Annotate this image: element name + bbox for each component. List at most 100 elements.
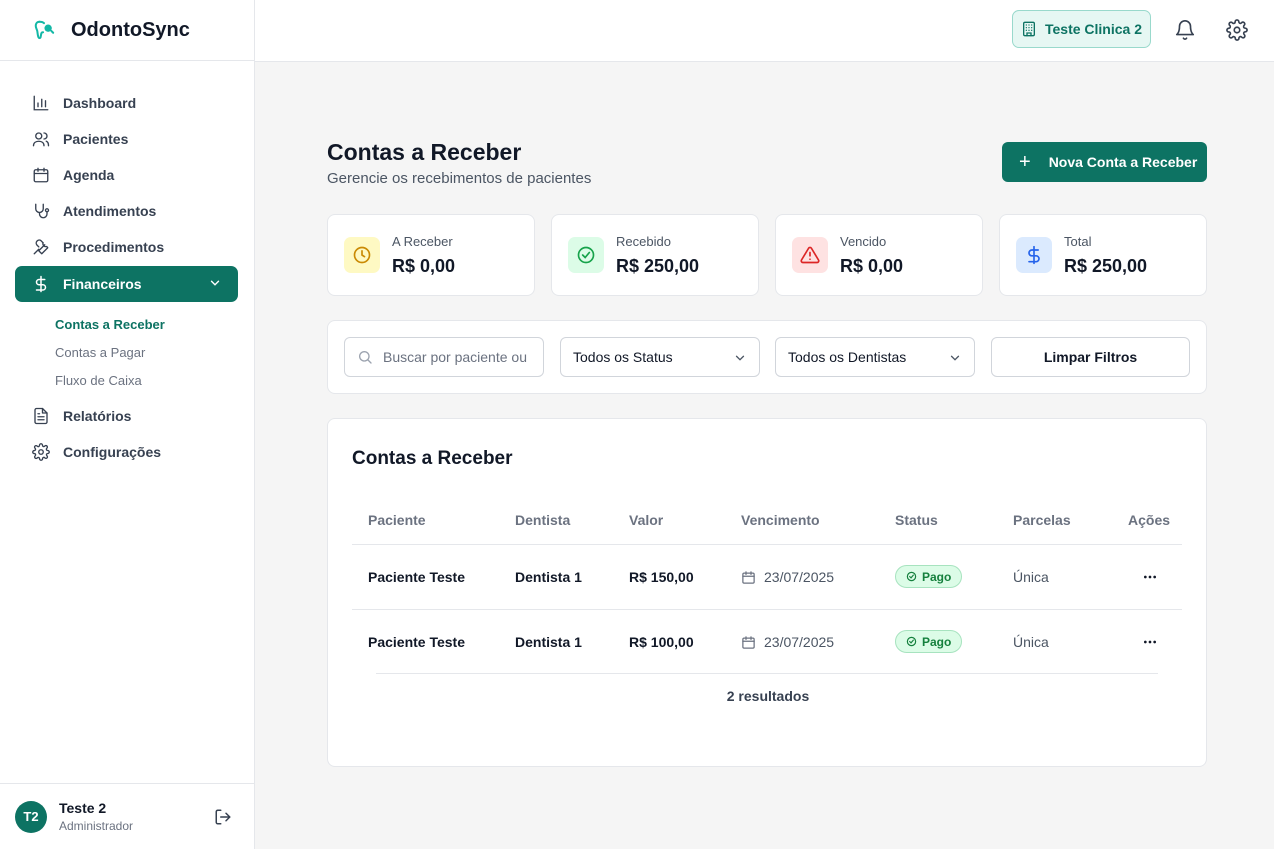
- status-filter-select[interactable]: Todos os Status: [560, 337, 760, 377]
- clinic-selector-button[interactable]: Teste Clinica 2: [1012, 10, 1151, 48]
- sidebar-item-procedimentos[interactable]: Procedimentos: [0, 229, 254, 265]
- sidebar-item-agenda[interactable]: Agenda: [0, 157, 254, 193]
- avatar: T2: [15, 800, 47, 833]
- table-row[interactable]: Paciente Teste Dentista 1 R$ 150,00 23/0…: [352, 545, 1182, 610]
- cell-dentista: Dentista 1: [515, 634, 582, 650]
- wrench-icon: [31, 237, 51, 257]
- table-row[interactable]: Paciente Teste Dentista 1 R$ 100,00 23/0…: [352, 610, 1182, 675]
- chevron-down-icon: [948, 351, 962, 368]
- more-actions-icon[interactable]: [1140, 632, 1160, 652]
- table-title: Contas a Receber: [352, 448, 513, 469]
- status-badge-label: Pago: [922, 569, 952, 584]
- user-role: Administrador: [59, 819, 134, 833]
- check-circle-icon: [906, 571, 917, 582]
- subnav-contas-a-receber[interactable]: Contas a Receber: [55, 310, 254, 338]
- sidebar-item-atendimentos[interactable]: Atendimentos: [0, 193, 254, 229]
- user-info: Teste 2 Administrador: [59, 800, 133, 833]
- stat-value: R$ 0,00: [392, 256, 456, 276]
- divider: [376, 673, 1158, 674]
- cell-paciente: Paciente Teste: [368, 569, 466, 585]
- dollar-icon: [31, 274, 51, 294]
- sidebar-item-pacientes[interactable]: Pacientes: [0, 121, 254, 157]
- check-circle-icon: [568, 237, 604, 273]
- brand: OdontoSync: [0, 0, 254, 61]
- logout-icon[interactable]: [214, 808, 232, 826]
- stat-label: Recebido: [616, 234, 671, 249]
- calendar-icon: [742, 635, 755, 649]
- bell-icon[interactable]: [1174, 19, 1196, 41]
- stat-card-a-receber: A Receber R$ 0,00: [327, 214, 535, 296]
- column-header-vencimento[interactable]: Vencimento: [741, 512, 820, 528]
- calendar-icon: [31, 165, 51, 185]
- column-header-paciente[interactable]: Paciente: [368, 512, 426, 528]
- cell-parcelas: Única: [1013, 569, 1049, 585]
- subnav-contas-a-pagar[interactable]: Contas a Pagar: [55, 338, 254, 366]
- stethoscope-icon: [31, 201, 51, 221]
- column-header-status[interactable]: Status: [895, 512, 938, 528]
- column-header-parcelas[interactable]: Parcelas: [1013, 512, 1071, 528]
- alert-triangle-icon: [792, 237, 828, 273]
- cell-parcelas: Única: [1013, 634, 1049, 650]
- sidebar-item-label: Pacientes: [63, 131, 129, 147]
- search-icon: [359, 351, 372, 364]
- user-name: Teste 2: [59, 800, 107, 816]
- financeiros-subnav: Contas a Receber Contas a Pagar Fluxo de…: [0, 302, 254, 398]
- tooth-logo-icon: [32, 18, 56, 42]
- app-name: OdontoSync: [71, 18, 190, 41]
- search-box: [344, 337, 544, 377]
- sidebar-nav: Dashboard Pacientes Agenda Atendimentos …: [0, 61, 254, 470]
- stat-value: R$ 250,00: [1064, 256, 1148, 276]
- settings-gear-icon[interactable]: [1226, 19, 1248, 41]
- sidebar-item-label: Procedimentos: [63, 239, 165, 255]
- cell-paciente: Paciente Teste: [368, 634, 466, 650]
- sidebar-item-financeiros[interactable]: Financeiros: [15, 266, 238, 302]
- search-input[interactable]: [383, 349, 533, 365]
- sidebar-item-label: Agenda: [63, 167, 115, 183]
- more-actions-icon[interactable]: [1140, 567, 1160, 587]
- clear-filters-button[interactable]: Limpar Filtros: [991, 337, 1190, 377]
- sidebar-item-relatorios[interactable]: Relatórios: [0, 398, 254, 434]
- subnav-fluxo-de-caixa[interactable]: Fluxo de Caixa: [55, 366, 254, 394]
- new-receivable-label: Nova Conta a Receber: [1048, 154, 1198, 170]
- results-count: 2 resultados: [726, 688, 810, 704]
- cell-valor: R$ 150,00: [629, 569, 694, 585]
- clinic-name: Teste Clinica 2: [1044, 21, 1142, 37]
- new-receivable-button[interactable]: + Nova Conta a Receber: [1002, 142, 1207, 182]
- sidebar-item-configuracoes[interactable]: Configurações: [0, 434, 254, 470]
- receivables-table-card: Contas a Receber Paciente Dentista Valor…: [327, 418, 1207, 767]
- user-bar: T2 Teste 2 Administrador: [0, 783, 254, 849]
- topbar: Teste Clinica 2: [255, 0, 1274, 62]
- sidebar-item-label: Atendimentos: [63, 203, 157, 219]
- stat-value: R$ 0,00: [840, 256, 904, 276]
- cell-dentista: Dentista 1: [515, 569, 582, 585]
- column-header-valor[interactable]: Valor: [629, 512, 663, 528]
- dollar-icon: [1016, 237, 1052, 273]
- table-header: Paciente Dentista Valor Vencimento Statu…: [352, 495, 1182, 545]
- calendar-icon: [742, 570, 755, 584]
- sidebar-item-dashboard[interactable]: Dashboard: [0, 85, 254, 121]
- cell-valor: R$ 100,00: [629, 634, 694, 650]
- stat-card-vencido: Vencido R$ 0,00: [775, 214, 983, 296]
- column-header-dentista[interactable]: Dentista: [515, 512, 570, 528]
- status-badge: Pago: [895, 630, 963, 653]
- building-icon: [1022, 21, 1035, 37]
- sidebar: OdontoSync Dashboard Pacientes Agenda At…: [0, 0, 255, 849]
- sidebar-item-label: Financeiros: [63, 276, 142, 292]
- chevron-down-icon: [208, 276, 222, 293]
- dentist-filter-value: Todos os Dentistas: [788, 349, 907, 365]
- stat-value: R$ 250,00: [616, 256, 700, 276]
- page-title: Contas a Receber: [327, 139, 522, 165]
- stat-card-recebido: Recebido R$ 250,00: [551, 214, 759, 296]
- dentist-filter-select[interactable]: Todos os Dentistas: [775, 337, 975, 377]
- check-circle-icon: [906, 636, 917, 647]
- cell-vencimento-text: 23/07/2025: [764, 569, 835, 585]
- page-subtitle: Gerencie os recebimentos de pacientes: [327, 170, 592, 187]
- sidebar-item-label: Dashboard: [63, 95, 137, 111]
- file-text-icon: [31, 406, 51, 426]
- stat-label: A Receber: [392, 234, 453, 249]
- stat-card-total: Total R$ 250,00: [999, 214, 1207, 296]
- filters-panel: Todos os Status Todos os Dentistas Limpa…: [327, 320, 1207, 394]
- plus-icon: +: [1019, 151, 1031, 173]
- gear-icon: [31, 442, 51, 462]
- status-badge: Pago: [895, 565, 963, 588]
